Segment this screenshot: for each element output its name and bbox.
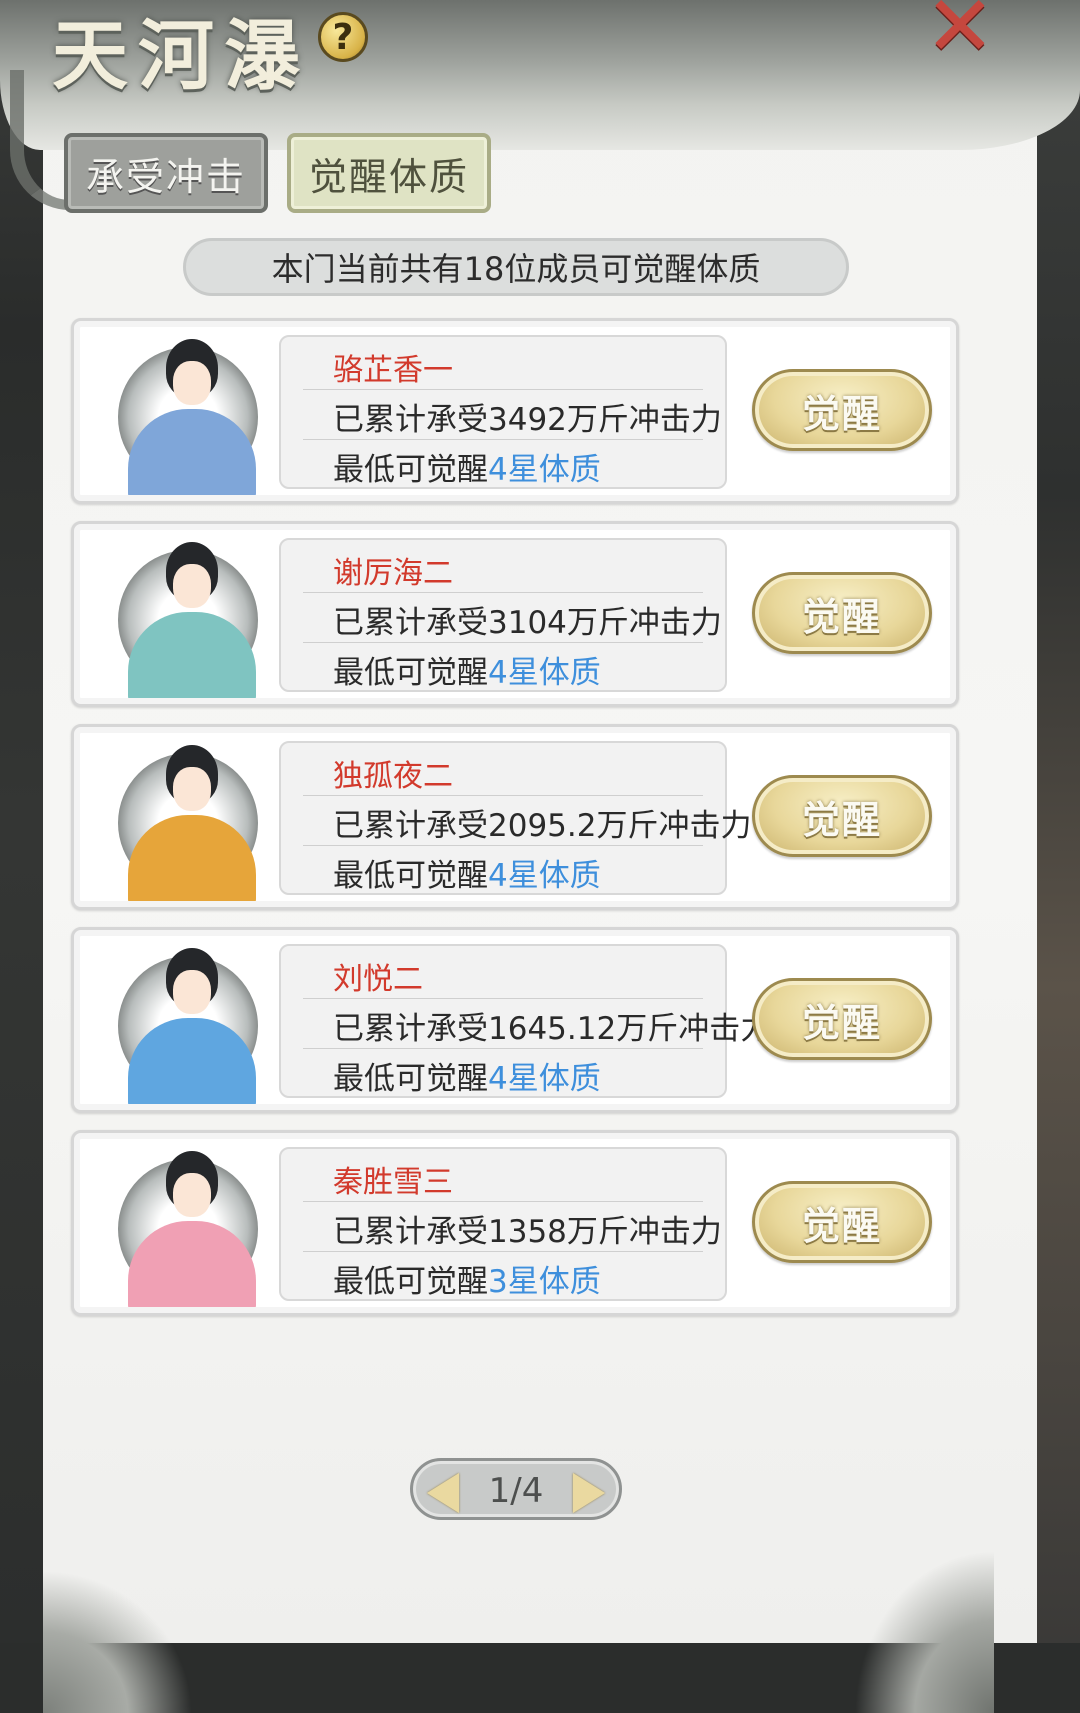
member-info: 秦胜雪三 已累计承受1358万斤冲击力 最低可觉醒3星体质 xyxy=(279,1147,727,1301)
member-portrait xyxy=(88,329,266,495)
member-portrait xyxy=(88,1141,266,1307)
member-info: 谢厉海二 已累计承受3104万斤冲击力 最低可觉醒4星体质 xyxy=(279,538,727,692)
member-info: 骆芷香一 已累计承受3492万斤冲击力 最低可觉醒4星体质 xyxy=(279,335,727,489)
member-portrait xyxy=(88,938,266,1104)
member-impact: 已累计承受3492万斤冲击力 xyxy=(333,402,722,438)
tab-withstand-impact[interactable]: 承受冲击 xyxy=(64,133,268,213)
member-summary: 本门当前共有18位成员可觉醒体质 xyxy=(183,238,849,296)
member-name: 谢厉海二 xyxy=(333,556,453,591)
star-level: 4星体质 xyxy=(488,452,601,488)
star-level: 4星体质 xyxy=(488,858,601,894)
member-card: 谢厉海二 已累计承受3104万斤冲击力 最低可觉醒4星体质 觉醒 xyxy=(71,521,959,707)
member-card: 秦胜雪三 已累计承受1358万斤冲击力 最低可觉醒3星体质 觉醒 xyxy=(71,1130,959,1316)
awaken-button[interactable]: 觉醒 xyxy=(752,369,932,451)
member-portrait xyxy=(88,735,266,901)
member-info: 独孤夜二 已累计承受2095.2万斤冲击力 最低可觉醒4星体质 xyxy=(279,741,751,895)
member-name: 骆芷香一 xyxy=(333,353,453,388)
member-name: 刘悦二 xyxy=(333,962,423,997)
pagination: 1/4 xyxy=(410,1458,622,1520)
member-impact: 已累计承受1358万斤冲击力 xyxy=(333,1214,722,1250)
member-card: 独孤夜二 已累计承受2095.2万斤冲击力 最低可觉醒4星体质 觉醒 xyxy=(71,724,959,910)
member-impact: 已累计承受1645.12万斤冲击力 xyxy=(333,1011,772,1047)
member-impact: 已累计承受2095.2万斤冲击力 xyxy=(333,808,752,844)
member-min-awaken: 最低可觉醒4星体质 xyxy=(333,1061,601,1097)
awaken-button[interactable]: 觉醒 xyxy=(752,775,932,857)
member-card: 骆芷香一 已累计承受3492万斤冲击力 最低可觉醒4星体质 觉醒 xyxy=(71,318,959,504)
close-icon[interactable]: ✕ xyxy=(920,0,1000,68)
awaken-button[interactable]: 觉醒 xyxy=(752,978,932,1060)
decorative-cloud xyxy=(854,1550,994,1713)
member-card: 刘悦二 已累计承受1645.12万斤冲击力 最低可觉醒4星体质 觉醒 xyxy=(71,927,959,1113)
member-min-awaken: 最低可觉醒4星体质 xyxy=(333,655,601,691)
tab-awaken-constitution[interactable]: 觉醒体质 xyxy=(287,133,491,213)
star-level: 4星体质 xyxy=(488,1061,601,1097)
dialog-title: 天河瀑 xyxy=(52,11,310,100)
member-portrait xyxy=(88,532,266,698)
awaken-button[interactable]: 觉醒 xyxy=(752,1181,932,1263)
member-min-awaken: 最低可觉醒3星体质 xyxy=(333,1264,601,1300)
awaken-button[interactable]: 觉醒 xyxy=(752,572,932,654)
member-name: 独孤夜二 xyxy=(333,759,453,794)
next-page-icon[interactable] xyxy=(573,1473,605,1513)
member-min-awaken: 最低可觉醒4星体质 xyxy=(333,452,601,488)
member-impact: 已累计承受3104万斤冲击力 xyxy=(333,605,722,641)
member-min-awaken: 最低可觉醒4星体质 xyxy=(333,858,601,894)
member-info: 刘悦二 已累计承受1645.12万斤冲击力 最低可觉醒4星体质 xyxy=(279,944,771,1098)
help-icon[interactable]: ? xyxy=(318,12,368,62)
star-level: 4星体质 xyxy=(488,655,601,691)
star-level: 3星体质 xyxy=(488,1264,601,1300)
member-name: 秦胜雪三 xyxy=(333,1165,453,1200)
decorative-cloud xyxy=(43,1570,193,1713)
